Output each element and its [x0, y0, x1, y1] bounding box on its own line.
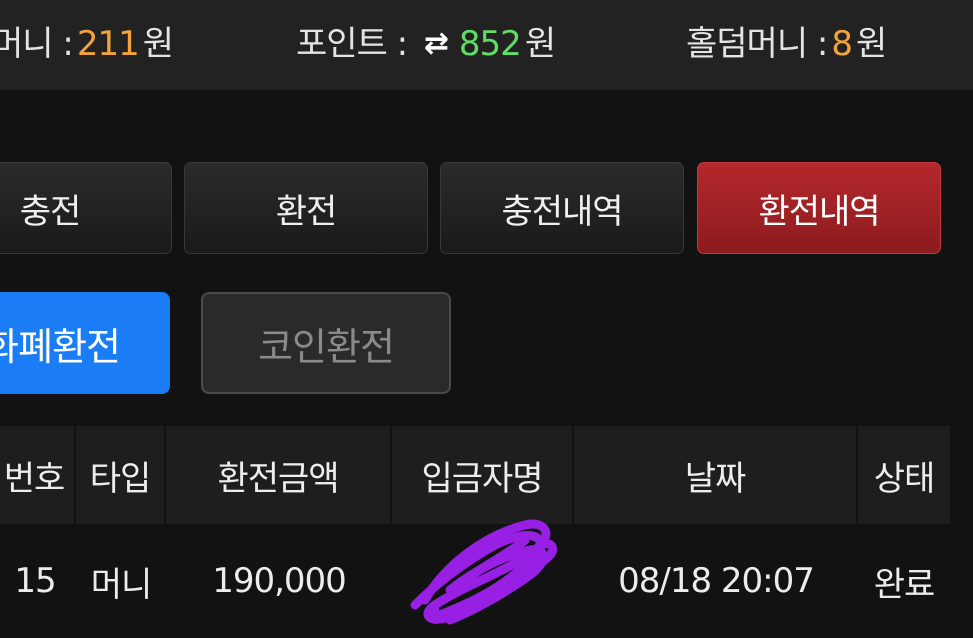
balance-bar: 머니 :211 원 포인트 : ⇄ 852 원 홀덤머니 :8원 — [0, 0, 973, 90]
cell-status: 완료 — [873, 564, 936, 605]
subtab-currency-exchange[interactable]: 화폐환전 — [0, 292, 170, 394]
point-balance-label: 포인트 : — [296, 24, 408, 64]
history-table-header: 번호 타입 환전금액 입금자명 날짜 상태 — [0, 426, 950, 524]
money-balance-unit: 원 — [142, 24, 174, 64]
tab-exchange[interactable]: 환전 — [184, 162, 428, 254]
subtab-coin-exchange[interactable]: 코인환전 — [201, 292, 451, 394]
header-depositor: 입금자명 — [392, 426, 574, 524]
holdem-balance-amount: 8 — [831, 24, 853, 64]
header-date: 날짜 — [574, 426, 858, 524]
holdem-balance-unit: 원 — [856, 24, 887, 64]
holdem-balance: 홀덤머니 :8원 — [686, 22, 887, 66]
point-balance-unit: 원 — [524, 24, 556, 64]
money-balance-amount: 211 — [76, 24, 140, 64]
tab-charge[interactable]: 충전 — [0, 162, 172, 254]
header-status: 상태 — [873, 458, 936, 499]
point-balance: 포인트 : ⇄ 852 원 — [296, 22, 556, 66]
header-amount: 환전금액 — [166, 426, 392, 524]
header-number: 번호 — [0, 426, 76, 524]
money-balance-label: 머니 : — [0, 24, 74, 64]
cell-type: 머니 — [90, 564, 153, 605]
holdem-balance-label: 홀덤머니 : — [686, 24, 828, 64]
cell-number: 15 — [14, 561, 56, 601]
tab-exchange-history[interactable]: 환전내역 — [697, 162, 941, 254]
tab-charge-history[interactable]: 충전내역 — [440, 162, 684, 254]
cell-depositor — [392, 524, 574, 638]
money-balance: 머니 :211 원 — [0, 22, 174, 66]
table-row: 15 머니 190,000 08/18 20:07 완료 — [0, 524, 950, 638]
point-balance-amount: 852 — [458, 24, 522, 64]
cell-amount: 190,000 — [212, 561, 347, 601]
exchange-history-page: 머니 :211 원 포인트 : ⇄ 852 원 홀덤머니 :8원 충전 환전 충전내역… — [0, 0, 973, 638]
cell-date: 08/18 20:07 — [618, 561, 815, 601]
header-type: 타입 — [76, 426, 166, 524]
swap-arrows-icon[interactable]: ⇄ — [417, 22, 455, 66]
